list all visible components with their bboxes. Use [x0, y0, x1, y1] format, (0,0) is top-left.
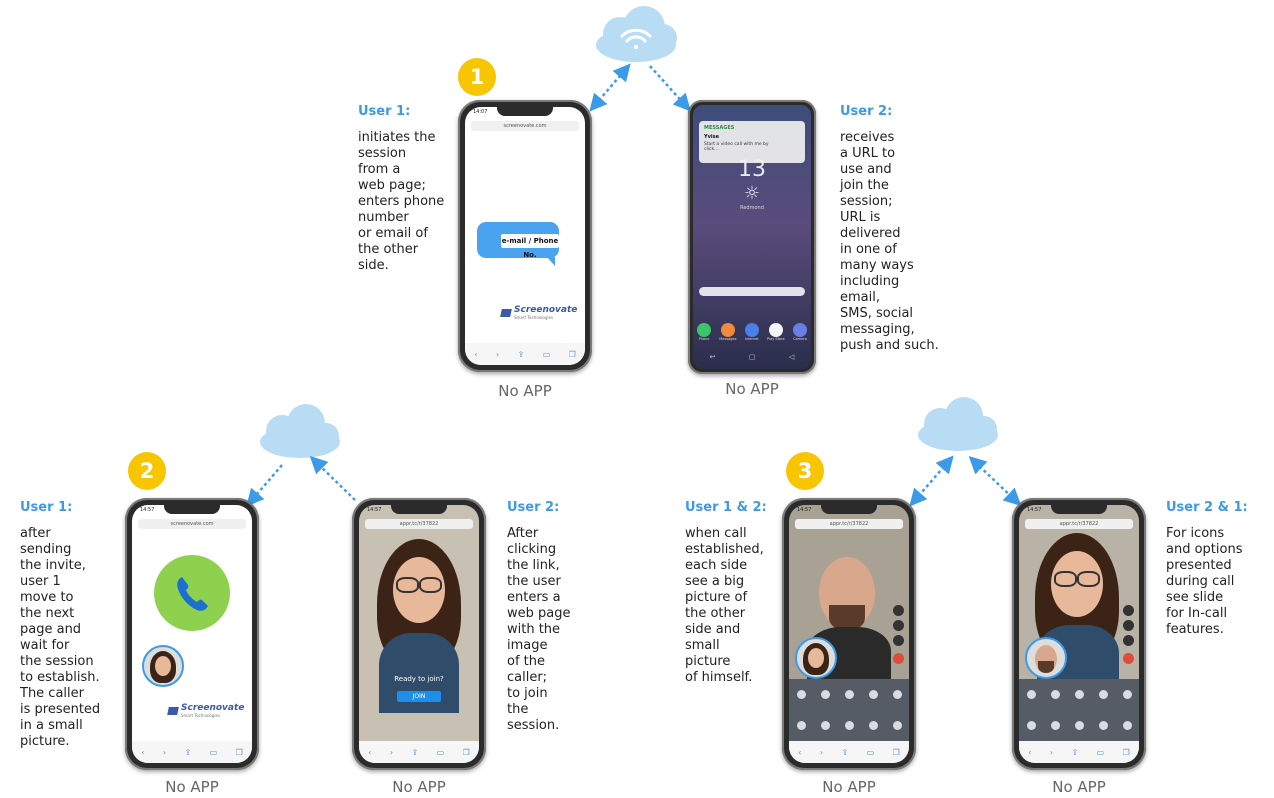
caller-thumbnail [142, 645, 184, 687]
browser-toolbar[interactable]: ‹ › ⇪ ▭ ❐ [1019, 741, 1139, 763]
in-call-options-panel[interactable] [1019, 679, 1139, 741]
side-control-button[interactable] [1123, 635, 1134, 646]
no-app-label: No APP [725, 380, 779, 398]
hangup-button[interactable] [893, 653, 904, 664]
phone-handset-icon [177, 577, 208, 611]
notification-card[interactable]: MESSAGES Yvise Start a video call with m… [699, 121, 805, 163]
section3-user12-heading: User 1 & 2: [685, 500, 767, 515]
phone-user2-join: 14:57 appr.tc/r/37822 Ready to join? JOI… [352, 498, 486, 770]
cloud-icon [596, 6, 677, 62]
browser-toolbar[interactable]: ‹ › ⇪ ▭ ❐ [789, 741, 909, 763]
join-button[interactable]: JOIN [397, 691, 441, 702]
section3-user21-heading: User 2 & 1: [1166, 500, 1248, 515]
google-search-bar[interactable] [699, 287, 805, 296]
message-bubble: e-mail / Phone No. [477, 222, 559, 266]
android-nav-bar[interactable]: ↩ ▢ ◁ [693, 353, 811, 361]
cloud-icon [260, 404, 340, 458]
side-control-button[interactable] [893, 605, 904, 616]
section2-user2-description: After clicking the link, the user enters… [507, 526, 571, 733]
url-bar[interactable]: screenovate.com [471, 121, 579, 131]
section2-user1-description: after sending the invite, user 1 move to… [20, 526, 101, 749]
url-bar[interactable]: screenovate.com [138, 519, 246, 529]
app-dock: Phone Messages Internet Play Store Camer… [697, 323, 807, 341]
side-control-button[interactable] [893, 620, 904, 631]
step-badge-3: 3 [786, 452, 824, 490]
sun-icon: ☼ [743, 183, 761, 204]
arrow-phone1-to-cloud [589, 63, 631, 112]
self-view-thumbnail [1025, 637, 1067, 679]
side-control-button[interactable] [893, 635, 904, 646]
section1-user2-heading: User 2: [840, 104, 893, 119]
section3-user21-description: For icons and options presented during c… [1166, 526, 1243, 637]
section2-user2-heading: User 2: [507, 500, 560, 515]
section3-user12-description: when call established, each side see a b… [685, 526, 764, 685]
arrow-cloud-to-phone2 [649, 65, 691, 112]
no-app-label: No APP [165, 778, 219, 796]
phone-user1-invite: 14:07 screenovate.com e-mail / Phone No.… [458, 100, 592, 372]
app-phone[interactable]: Phone [697, 323, 711, 341]
section1-user1-description: initiates the session from a web page; e… [358, 130, 445, 273]
ready-to-join-text: Ready to join? [394, 675, 444, 683]
app-play-store[interactable]: Play Store [767, 323, 785, 341]
section1-user1-heading: User 1: [358, 104, 411, 119]
cloud-icon [918, 397, 998, 451]
browser-toolbar[interactable]: ‹ › ⇪ ▭ ❐ [132, 741, 252, 763]
url-bar[interactable]: appr.tc/r/37822 [365, 519, 473, 529]
weather-location: Redmond [740, 205, 764, 211]
self-view-thumbnail [795, 637, 837, 679]
app-internet[interactable]: Internet [744, 323, 759, 341]
no-app-label: No APP [392, 778, 446, 796]
screenovate-logo: Screenovate Smart Technologies [167, 703, 244, 718]
phone-user2-in-call: 14:57 appr.tc/r/37822 ‹ › ⇪ ▭ ❐ [1012, 498, 1146, 770]
url-bar[interactable]: appr.tc/r/37822 [795, 519, 903, 529]
browser-toolbar[interactable]: ‹ › ⇪ ▭ ❐ [359, 741, 479, 763]
browser-toolbar[interactable]: ‹ › ⇪ ▭ ❐ [465, 343, 585, 365]
arrow-cloud-to-user21-phone [968, 455, 1022, 507]
call-circle [154, 555, 230, 631]
phone-user1-waiting: 14:57 screenovate.com Screenovate Smart T… [125, 498, 259, 770]
no-app-label: No APP [1052, 778, 1106, 796]
step-badge-2: 2 [128, 452, 166, 490]
phone-user1-in-call: 14:57 appr.tc/r/37822 ‹ › ⇪ ▭ ❐ [782, 498, 916, 770]
side-control-button[interactable] [1123, 605, 1134, 616]
arrow-cloud-to-caller-phone [246, 464, 283, 507]
email-phone-input[interactable]: e-mail / Phone No. [501, 234, 559, 259]
url-bar[interactable]: appr.tc/r/37822 [1025, 519, 1133, 529]
section2-user1-heading: User 1: [20, 500, 73, 515]
app-messages[interactable]: Messages [719, 323, 736, 341]
phone-user2-receives: MESSAGES Yvise Start a video call with m… [688, 100, 816, 374]
hangup-button[interactable] [1123, 653, 1134, 664]
no-app-label: No APP [822, 778, 876, 796]
section1-user2-description: receives a URL to use and join the sessi… [840, 130, 939, 353]
arrow-cloud-to-user12-phone [909, 455, 954, 507]
app-camera[interactable]: Camera [792, 323, 807, 341]
arrow-joiner-phone-to-cloud [309, 455, 356, 501]
side-control-button[interactable] [1123, 620, 1134, 631]
screenovate-logo: Screenovate Smart Technologies [500, 305, 577, 320]
step-badge-1: 1 [458, 58, 496, 96]
status-time: 14:07 [473, 109, 488, 115]
in-call-options-panel[interactable] [789, 679, 909, 741]
no-app-label: No APP [498, 382, 552, 400]
